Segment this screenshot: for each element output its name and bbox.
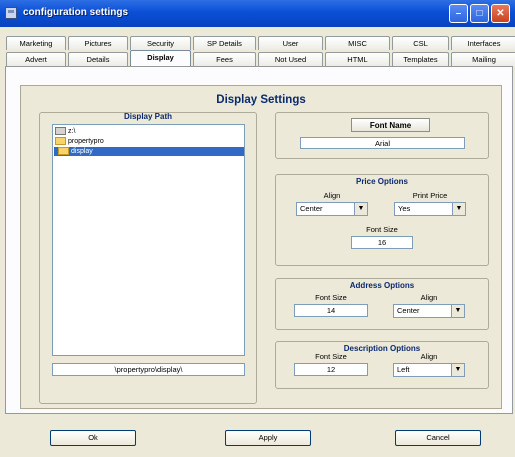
app-icon <box>5 7 17 19</box>
tab-details[interactable]: Details <box>68 52 128 66</box>
description-options-group: Description Options Font Size 12 Align L… <box>275 341 489 389</box>
print-price-label: Print Price <box>412 191 448 200</box>
display-path-group: Display Path z:\ propertypro display \pr… <box>39 112 257 404</box>
price-align-value: Center <box>300 204 323 213</box>
tab-page-display: Display Settings Display Path z:\ proper… <box>5 66 513 414</box>
address-align-label: Align <box>420 293 438 302</box>
tree-node-display-selected[interactable]: display <box>54 147 244 156</box>
price-options-title: Price Options <box>355 177 408 186</box>
print-price-select[interactable]: Yes ▼ <box>394 202 466 216</box>
description-align-label: Align <box>420 352 438 361</box>
chevron-down-icon[interactable]: ▼ <box>451 364 464 376</box>
tab-user[interactable]: User <box>258 36 323 50</box>
price-font-size-field[interactable]: 16 <box>351 236 413 249</box>
print-price-value: Yes <box>398 204 411 213</box>
drive-icon <box>55 127 66 135</box>
tab-mailing[interactable]: Mailing <box>451 52 515 66</box>
address-align-select[interactable]: Center ▼ <box>393 304 465 318</box>
page-title: Display Settings <box>216 94 306 106</box>
price-align-label: Align <box>323 191 341 200</box>
ok-button[interactable]: Ok <box>50 430 136 446</box>
font-name-button[interactable]: Font Name <box>351 118 430 132</box>
description-align-value: Left <box>397 365 410 374</box>
folder-icon <box>55 137 66 145</box>
chevron-down-icon[interactable]: ▼ <box>354 203 367 215</box>
chevron-down-icon[interactable]: ▼ <box>452 203 465 215</box>
display-path-field[interactable]: \propertypro\display\ <box>52 363 245 376</box>
description-align-select[interactable]: Left ▼ <box>393 363 465 377</box>
folder-open-icon <box>58 147 69 155</box>
font-name-group: Font Name Arial <box>275 112 489 159</box>
tab-misc[interactable]: MISC <box>325 36 390 50</box>
address-font-size-field[interactable]: 14 <box>294 304 368 317</box>
price-font-size-label: Font Size <box>366 225 398 234</box>
apply-button[interactable]: Apply <box>225 430 311 446</box>
tab-pictures[interactable]: Pictures <box>68 36 128 50</box>
description-font-size-field[interactable]: 12 <box>294 363 368 376</box>
tab-security[interactable]: Security <box>130 36 191 50</box>
minimize-button[interactable]: – <box>449 4 468 23</box>
address-options-title: Address Options <box>349 281 415 290</box>
tree-node-drive[interactable]: z:\ <box>55 127 75 136</box>
title-bar[interactable]: configuration settings – □ ✕ <box>0 0 515 27</box>
cancel-button[interactable]: Cancel <box>395 430 481 446</box>
config-window: configuration settings – □ ✕ Marketing Pi… <box>0 0 515 457</box>
display-settings-panel: Display Settings Display Path z:\ proper… <box>20 85 502 409</box>
address-align-value: Center <box>397 306 420 315</box>
tab-display[interactable]: Display <box>130 50 191 66</box>
tab-not-used[interactable]: Not Used <box>258 52 323 66</box>
tree-node-label: display <box>71 148 93 155</box>
tree-node-label: propertypro <box>68 138 104 145</box>
window-title: configuration settings <box>23 7 128 18</box>
tab-interfaces[interactable]: Interfaces <box>451 36 515 50</box>
tab-advert[interactable]: Advert <box>6 52 66 66</box>
tree-node-label: z:\ <box>68 128 76 135</box>
close-button[interactable]: ✕ <box>491 4 510 23</box>
tab-html[interactable]: HTML <box>325 52 390 66</box>
tree-node-propertypro[interactable]: propertypro <box>55 137 104 146</box>
address-font-size-label: Font Size <box>315 293 347 302</box>
folder-tree[interactable]: z:\ propertypro display <box>52 124 245 356</box>
chevron-down-icon[interactable]: ▼ <box>451 305 464 317</box>
tab-sp-details[interactable]: SP Details <box>193 36 256 50</box>
font-name-field[interactable]: Arial <box>300 137 465 149</box>
description-font-size-label: Font Size <box>315 352 347 361</box>
price-align-select[interactable]: Center ▼ <box>296 202 368 216</box>
price-options-group: Price Options Align Center ▼ Print Price … <box>275 174 489 266</box>
tab-templates[interactable]: Templates <box>392 52 449 66</box>
address-options-group: Address Options Font Size 14 Align Cente… <box>275 278 489 330</box>
tab-csl[interactable]: CSL <box>392 36 449 50</box>
display-path-title: Display Path <box>123 112 172 121</box>
tab-marketing[interactable]: Marketing <box>6 36 66 50</box>
tab-fees[interactable]: Fees <box>193 52 256 66</box>
maximize-button[interactable]: □ <box>470 4 489 23</box>
